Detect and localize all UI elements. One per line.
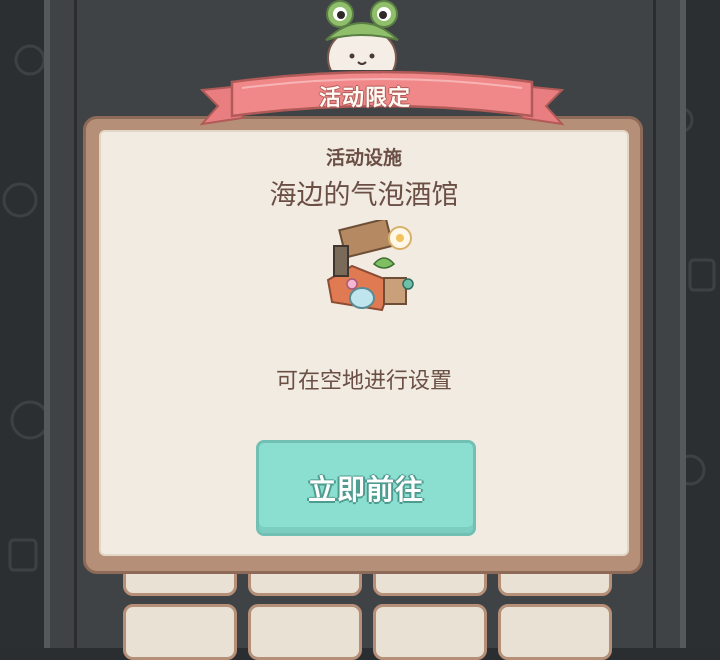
background-tile <box>248 604 362 660</box>
background-tile <box>373 604 487 660</box>
background-tile <box>123 604 237 660</box>
placement-hint: 可在空地进行设置 <box>275 369 452 394</box>
go-now-label: 立即前往 <box>307 473 424 506</box>
banner-title: 活动限定 <box>318 86 411 111</box>
go-now-button[interactable]: 立即前往 <box>256 440 476 536</box>
bubble-tavern-facility-icon <box>322 220 416 318</box>
item-name: 海边的气泡酒馆 <box>269 180 459 211</box>
item-category: 活动设施 <box>325 147 402 169</box>
background-tile <box>498 604 612 660</box>
